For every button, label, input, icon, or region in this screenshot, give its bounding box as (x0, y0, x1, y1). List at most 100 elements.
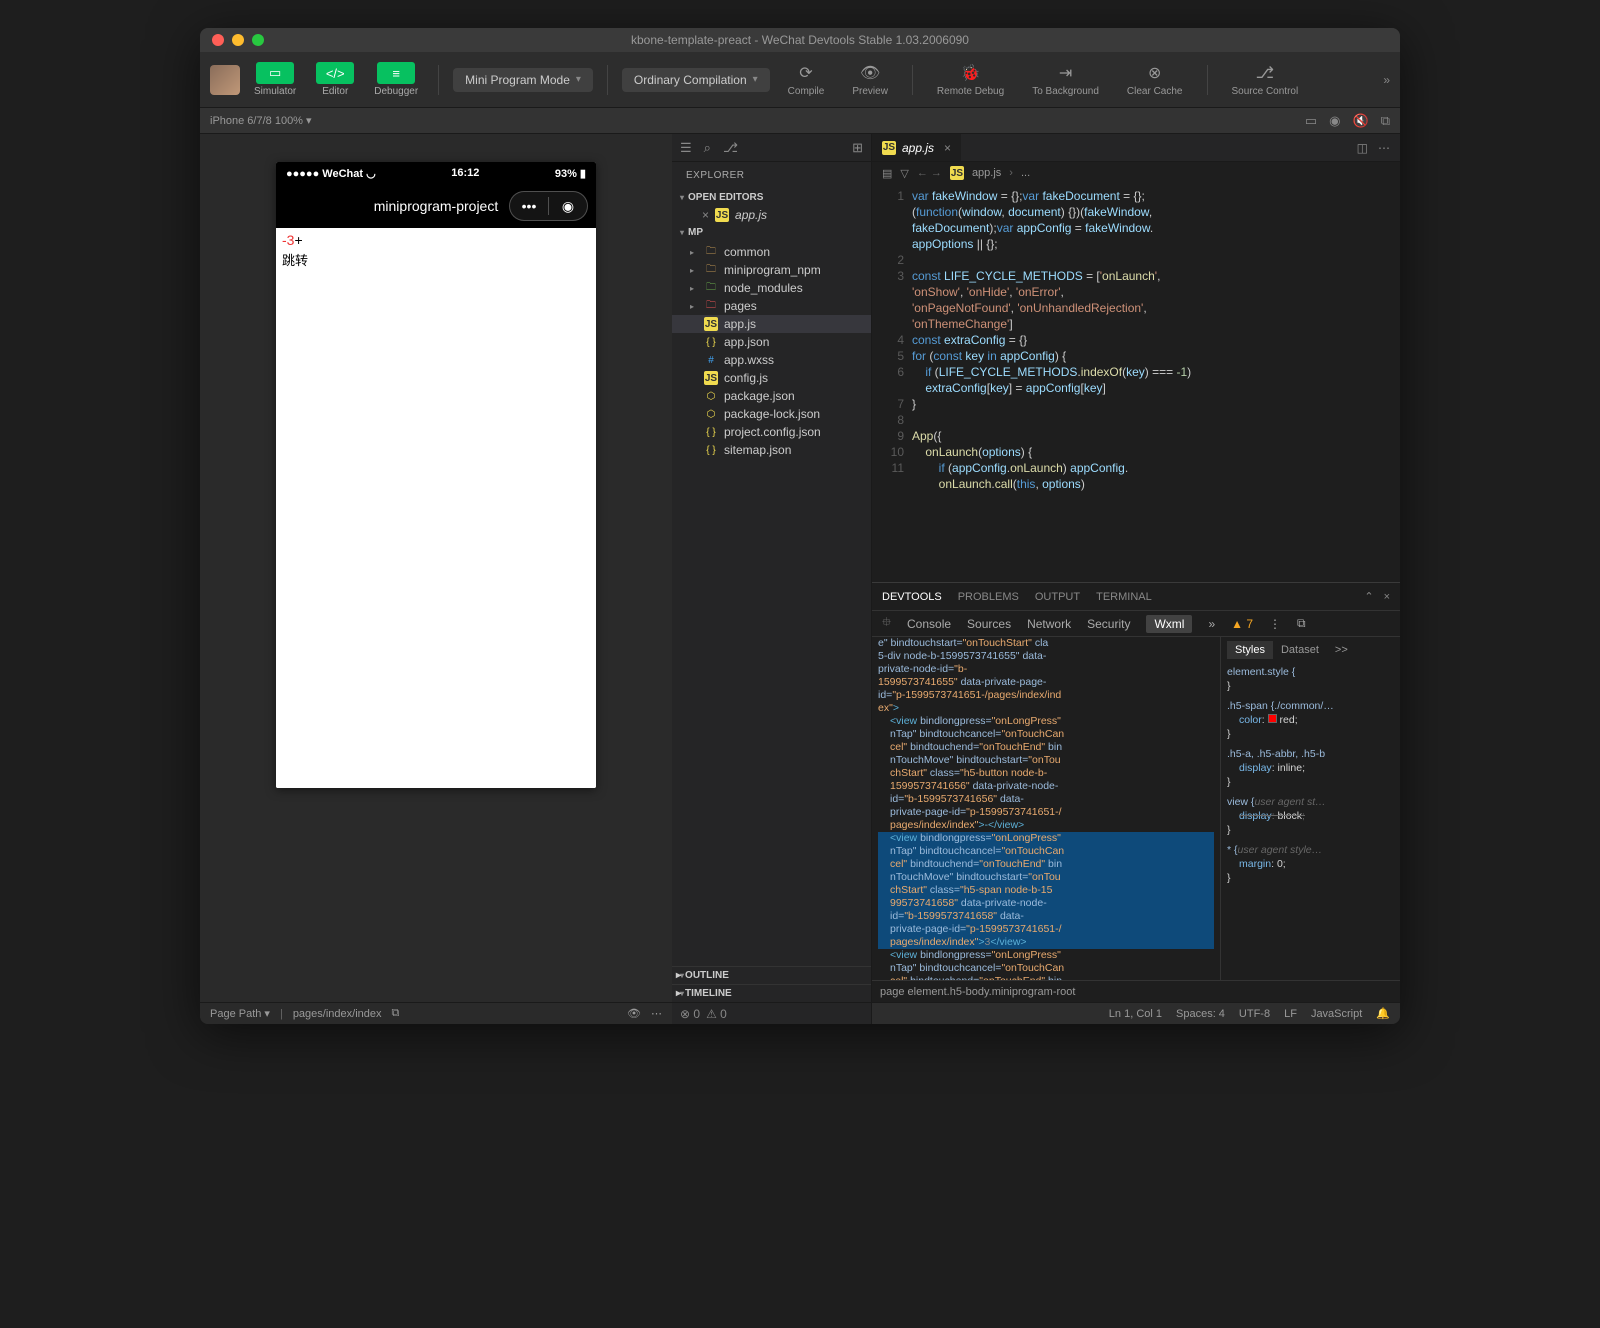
debugger-toggle[interactable]: ≡ Debugger (368, 62, 424, 97)
file-app-wxss[interactable]: #app.wxss (672, 351, 871, 369)
minimize-window-button[interactable] (232, 34, 244, 46)
jump-link[interactable]: 跳转 (282, 250, 590, 269)
encoding[interactable]: UTF-8 (1239, 1008, 1270, 1020)
refresh-icon: ⟳ (799, 63, 812, 83)
timeline-section[interactable]: ▸ TIMELINE (672, 984, 871, 1002)
project-root[interactable]: MP (672, 224, 871, 241)
editor-tab-app-js[interactable]: JS app.js × (872, 134, 961, 161)
file-sitemap-json[interactable]: { }sitemap.json (672, 441, 871, 459)
tab-terminal[interactable]: TERMINAL (1096, 591, 1152, 603)
cursor-position[interactable]: Ln 1, Col 1 (1109, 1008, 1162, 1020)
branch-icon[interactable]: ⎇ (723, 140, 738, 156)
bug-icon: 🐞 (961, 63, 981, 83)
compilation-select[interactable]: Ordinary Compilation (622, 68, 770, 92)
warning-badge[interactable]: ▲ 7 (1231, 617, 1253, 631)
folder-miniprogram-npm[interactable]: ▸🗀miniprogram_npm (672, 261, 871, 279)
bell-icon[interactable]: 🔔 (1376, 1007, 1390, 1020)
editor-tabs: JS app.js × ◫ ⋯ (872, 134, 1400, 162)
clear-icon: ⊗ (1148, 63, 1161, 83)
tab-problems[interactable]: PROBLEMS (958, 591, 1019, 603)
simulator-panel: ●●●●● WeChat ◡ 16:12 93% ▮ miniprogram-p… (200, 134, 672, 1024)
user-avatar[interactable] (210, 65, 240, 95)
device-icon[interactable]: ▭ (1305, 113, 1317, 129)
dataset-tab[interactable]: Dataset (1273, 641, 1327, 659)
program-mode-select[interactable]: Mini Program Mode (453, 68, 593, 92)
eye-icon: 👁 (860, 63, 880, 83)
more-icon[interactable]: » (1383, 73, 1390, 87)
chevron-up-icon[interactable]: ⌃ (1364, 590, 1373, 603)
open-editors-section[interactable]: OPEN EDITORS (672, 189, 871, 206)
zoom-window-button[interactable] (252, 34, 264, 46)
open-editor-item[interactable]: ×JSapp.js (672, 206, 871, 224)
copy-path-icon[interactable]: ⧉ (392, 1007, 400, 1020)
close-panel-icon[interactable]: × (1384, 591, 1390, 603)
file-package-lock-json[interactable]: ⬡package-lock.json (672, 405, 871, 423)
editor-icon: </> (316, 62, 354, 84)
indent-setting[interactable]: Spaces: 4 (1176, 1008, 1225, 1020)
close-window-button[interactable] (212, 34, 224, 46)
record-icon[interactable]: ◉ (1329, 113, 1340, 129)
subtab-sources[interactable]: Sources (967, 617, 1011, 631)
source-control-button[interactable]: ⎇ Source Control (1222, 63, 1309, 97)
kebab-icon[interactable]: ⋮ (1269, 617, 1281, 631)
styles-pane[interactable]: Styles Dataset >> element.style { } .h5-… (1220, 637, 1400, 980)
preview-button[interactable]: 👁 Preview (842, 63, 898, 97)
target-icon: ◉ (549, 198, 587, 215)
copy-icon[interactable]: ⧉ (1381, 113, 1390, 129)
outline-section[interactable]: ▸ OUTLINE (672, 966, 871, 984)
subtab-wxml[interactable]: Wxml (1146, 615, 1192, 633)
phone-page[interactable]: -3+ 跳转 (276, 228, 596, 788)
tab-output[interactable]: OUTPUT (1035, 591, 1080, 603)
file-app-js[interactable]: JSapp.js (672, 315, 871, 333)
phone-simulator: ●●●●● WeChat ◡ 16:12 93% ▮ miniprogram-p… (276, 162, 596, 788)
new-file-icon[interactable]: ⊞ (852, 140, 863, 156)
device-select[interactable]: iPhone 6/7/8 100% ▾ (210, 114, 312, 127)
styles-tab[interactable]: Styles (1227, 641, 1273, 659)
to-background-button[interactable]: ⇥ To Background (1022, 63, 1109, 97)
compile-button[interactable]: ⟳ Compile (778, 63, 835, 97)
subtab-network[interactable]: Network (1027, 617, 1071, 631)
capsule-menu[interactable]: ••• ◉ (509, 191, 588, 221)
code-editor[interactable]: 1234567891011 var fakeWindow = {};var fa… (872, 184, 1400, 582)
remote-debug-button[interactable]: 🐞 Remote Debug (927, 63, 1014, 97)
list-icon[interactable]: ☰ (680, 140, 692, 156)
more-h-icon[interactable]: ⋯ (651, 1007, 662, 1020)
warning-count-icon[interactable]: ⚠ 0 (706, 1007, 727, 1021)
tab-devtools[interactable]: DEVTOOLS (882, 591, 942, 603)
clear-cache-button[interactable]: ⊗ Clear Cache (1117, 63, 1193, 97)
layout-icon: ▤ (882, 167, 892, 180)
folder-common[interactable]: ▸🗀common (672, 243, 871, 261)
editor-breadcrumb[interactable]: ▤ ▽ ← → JS app.js › ... (872, 162, 1400, 184)
more-tabs-icon[interactable]: » (1208, 617, 1215, 631)
mute-icon[interactable]: 🔇 (1353, 113, 1369, 129)
explorer-panel: ☰ ⌕ ⎇ ⊞ EXPLORER OPEN EDITORS ×JSapp.js … (672, 134, 872, 1024)
editor-toggle[interactable]: </> Editor (310, 62, 360, 97)
file-config-js[interactable]: JSconfig.js (672, 369, 871, 387)
debugger-icon: ≡ (377, 62, 415, 84)
close-tab-icon[interactable]: × (944, 141, 951, 155)
eye-icon[interactable]: 👁 (627, 1007, 641, 1020)
phone-title: miniprogram-project (374, 198, 498, 214)
subtab-console[interactable]: Console (907, 617, 951, 631)
split-editor-icon[interactable]: ◫ (1357, 141, 1368, 155)
file-project-config-json[interactable]: { }project.config.json (672, 423, 871, 441)
simulator-toggle[interactable]: ▭ Simulator (248, 62, 302, 97)
page-path-label[interactable]: Page Path ▾ (210, 1007, 270, 1020)
wxml-tree[interactable]: e" bindtouchstart="onTouchStart" cla5-di… (872, 637, 1220, 980)
language-mode[interactable]: JavaScript (1311, 1008, 1362, 1020)
eol[interactable]: LF (1284, 1008, 1297, 1020)
editor-more-icon[interactable]: ⋯ (1378, 141, 1390, 155)
element-path[interactable]: page element.h5-body.miniprogram-root (872, 980, 1400, 1002)
folder-pages[interactable]: ▸🗀pages (672, 297, 871, 315)
error-count-icon[interactable]: ⊗ 0 (680, 1007, 700, 1021)
folder-node-modules[interactable]: ▸🗀node_modules (672, 279, 871, 297)
search-icon[interactable]: ⌕ (704, 140, 711, 156)
file-package-json[interactable]: ⬡package.json (672, 387, 871, 405)
dock-icon[interactable]: ⧉ (1297, 616, 1306, 631)
file-app-json[interactable]: { }app.json (672, 333, 871, 351)
subtab-security[interactable]: Security (1087, 617, 1130, 631)
main-body: ●●●●● WeChat ◡ 16:12 93% ▮ miniprogram-p… (200, 134, 1400, 1024)
styles-more-tab[interactable]: >> (1327, 641, 1356, 659)
explorer-title: EXPLORER (672, 162, 871, 189)
inspect-icon[interactable]: ⯐ (882, 613, 891, 634)
